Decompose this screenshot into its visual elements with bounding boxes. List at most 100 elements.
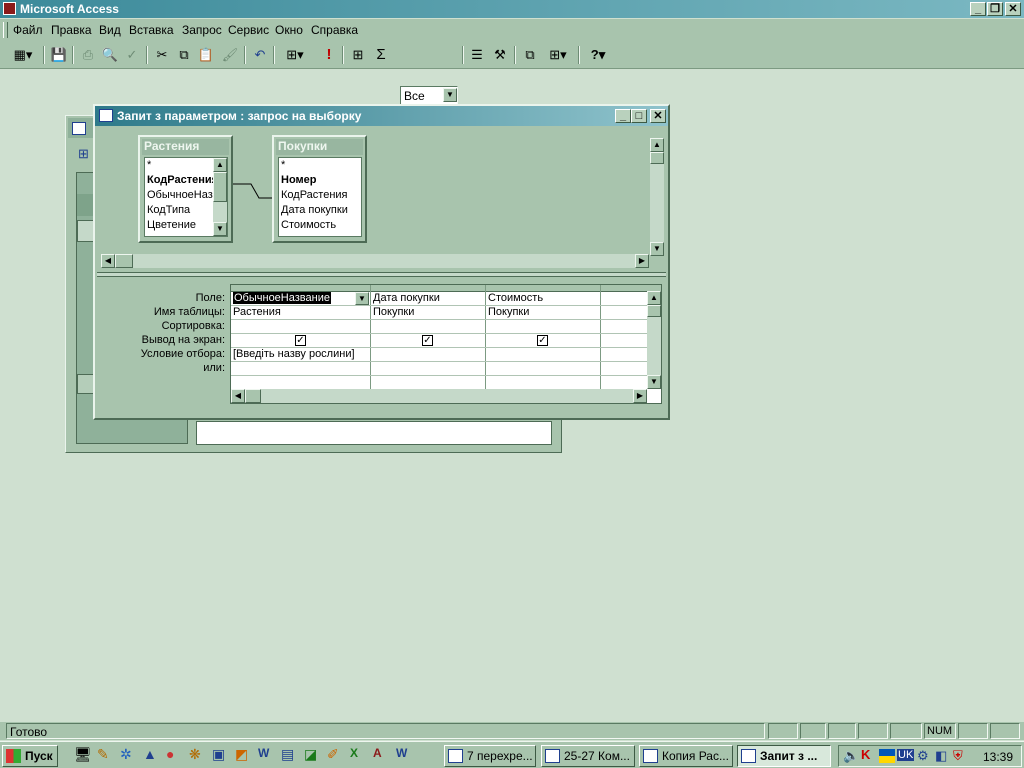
word-icon[interactable]: W bbox=[258, 746, 269, 760]
field-item[interactable]: Дата покупки bbox=[281, 204, 348, 216]
field-cell[interactable]: Стоимость bbox=[488, 292, 543, 304]
start-button[interactable]: Пуск bbox=[2, 745, 58, 767]
menu-edit[interactable]: Правка bbox=[51, 23, 92, 37]
clock[interactable]: 13:39 bbox=[983, 750, 1013, 764]
totals-icon[interactable]: Σ bbox=[370, 45, 392, 65]
properties-icon[interactable]: ☰ bbox=[466, 45, 488, 65]
field-cell[interactable]: Дата покупки bbox=[373, 292, 440, 304]
shield-icon[interactable]: ⛨ bbox=[953, 748, 963, 764]
tray-app-icon[interactable]: ◧ bbox=[935, 748, 947, 764]
scroll-thumb[interactable] bbox=[245, 389, 261, 403]
query-minimize-button[interactable]: _ bbox=[615, 109, 631, 123]
spelling-icon[interactable]: ✓ bbox=[121, 45, 143, 65]
scroll-up-icon[interactable]: ▲ bbox=[213, 158, 227, 172]
paste-icon[interactable]: 📋 bbox=[195, 45, 217, 65]
field-item[interactable]: * bbox=[281, 159, 285, 171]
table-header[interactable]: Покупки bbox=[276, 139, 363, 155]
volume-icon[interactable]: 🔈 bbox=[843, 748, 859, 764]
antivirus-icon[interactable]: K bbox=[861, 747, 870, 762]
quick-launch-icon[interactable]: ▣ bbox=[212, 746, 225, 763]
access-app-icon[interactable] bbox=[3, 2, 16, 15]
help-icon[interactable]: ?▾ bbox=[583, 45, 613, 65]
table-box-rasteniya[interactable]: Растения * КодРастения ОбычноеНазв КодТи… bbox=[138, 135, 233, 243]
field-item[interactable]: КодРастения bbox=[281, 189, 348, 201]
table-cell[interactable]: Растения bbox=[233, 306, 281, 318]
field-item[interactable]: * bbox=[147, 159, 151, 171]
scroll-right-icon[interactable]: ▶ bbox=[635, 254, 649, 268]
save-icon[interactable]: 💾 bbox=[48, 45, 70, 65]
grid-vscroll[interactable]: ▲ ▼ bbox=[647, 291, 661, 389]
quick-launch-icon[interactable]: ✎ bbox=[97, 746, 109, 763]
task-button-word[interactable]: 25-27 Ком... bbox=[541, 745, 635, 767]
ukraine-flag-icon[interactable] bbox=[879, 749, 895, 763]
menu-query[interactable]: Запрос bbox=[182, 23, 222, 37]
scroll-up-icon[interactable]: ▲ bbox=[650, 138, 664, 152]
print-icon[interactable]: ⎙ bbox=[77, 45, 99, 65]
grid-column-selectors[interactable] bbox=[231, 285, 661, 292]
network-icon[interactable]: ⚙ bbox=[917, 748, 929, 764]
scroll-right-icon[interactable]: ▶ bbox=[633, 389, 647, 403]
field-item[interactable]: Стоимость bbox=[281, 219, 336, 231]
chevron-down-icon[interactable]: ▼ bbox=[443, 88, 457, 102]
scroll-thumb[interactable] bbox=[115, 254, 133, 268]
query-window-titlebar[interactable]: Запит з параметром : запрос на выборку _… bbox=[95, 106, 668, 126]
word-icon[interactable]: W bbox=[396, 746, 407, 760]
field-item[interactable]: ОбычноеНазв bbox=[147, 189, 219, 201]
database-toolbar-icon[interactable]: ⊞ bbox=[78, 146, 94, 162]
field-item[interactable]: Цветение bbox=[147, 219, 196, 231]
quick-launch-icon[interactable]: ◪ bbox=[304, 746, 317, 763]
scroll-thumb[interactable] bbox=[213, 172, 227, 202]
view-icon[interactable]: ▦▾ bbox=[8, 45, 38, 65]
undo-icon[interactable]: ↶ bbox=[249, 45, 271, 65]
field-item[interactable]: Номер bbox=[281, 174, 317, 186]
run-icon[interactable]: ! bbox=[318, 45, 340, 65]
show-checkbox[interactable]: ✓ bbox=[422, 335, 433, 346]
quick-launch-icon[interactable]: ● bbox=[166, 746, 174, 762]
table-pane-hscroll[interactable]: ◀ ▶ bbox=[101, 254, 649, 268]
scroll-down-icon[interactable]: ▼ bbox=[647, 375, 661, 389]
grid-hscroll[interactable]: ◀ ▶ bbox=[231, 389, 647, 403]
menu-insert[interactable]: Вставка bbox=[129, 23, 174, 37]
task-button-word[interactable]: 7 перехре... bbox=[444, 745, 536, 767]
task-button-query[interactable]: Запит з ... bbox=[737, 745, 831, 767]
menu-window[interactable]: Окно bbox=[275, 23, 303, 37]
scroll-up-icon[interactable]: ▲ bbox=[647, 291, 661, 305]
format-painter-icon[interactable]: 🖌 bbox=[219, 45, 241, 65]
scroll-left-icon[interactable]: ◀ bbox=[231, 389, 245, 403]
task-button-access-db[interactable]: Копия Рас... bbox=[639, 745, 733, 767]
build-icon[interactable]: ⚒ bbox=[489, 45, 511, 65]
copy-icon[interactable]: ⧉ bbox=[173, 45, 195, 65]
scroll-down-icon[interactable]: ▼ bbox=[650, 242, 664, 256]
show-table-icon[interactable]: ⊞ bbox=[347, 45, 369, 65]
scroll-thumb[interactable] bbox=[647, 305, 661, 317]
restore-button[interactable]: ❐ bbox=[987, 2, 1003, 16]
table-box-pokupki[interactable]: Покупки * Номер КодРастения Дата покупки… bbox=[272, 135, 367, 243]
table-pane-vscroll[interactable]: ▲ ▼ bbox=[650, 138, 664, 256]
access-icon[interactable]: A bbox=[373, 746, 382, 760]
table-cell[interactable]: Покупки bbox=[373, 306, 414, 318]
scroll-down-icon[interactable]: ▼ bbox=[213, 222, 227, 236]
pane-splitter[interactable] bbox=[97, 272, 666, 277]
language-indicator[interactable]: UK bbox=[897, 749, 915, 761]
new-object-icon[interactable]: ⊞▾ bbox=[542, 45, 574, 65]
quick-launch-icon[interactable]: ▤ bbox=[281, 746, 294, 763]
desktop-icon[interactable]: 🖥 bbox=[74, 746, 92, 763]
query-type-icon[interactable]: ⊞▾ bbox=[278, 45, 312, 65]
field-item[interactable]: КодРастения bbox=[147, 174, 218, 186]
criteria-cell[interactable]: [Введіть назву рослини] bbox=[233, 348, 355, 360]
quick-launch-icon[interactable]: ◩ bbox=[235, 746, 248, 763]
show-checkbox[interactable]: ✓ bbox=[295, 335, 306, 346]
query-close-button[interactable]: ✕ bbox=[650, 109, 666, 123]
minimize-button[interactable]: _ bbox=[970, 2, 986, 16]
chevron-down-icon[interactable]: ▼ bbox=[355, 292, 369, 305]
field-list-scrollbar[interactable]: ▲ ▼ bbox=[213, 158, 227, 236]
cut-icon[interactable]: ✂ bbox=[151, 45, 173, 65]
field-cell[interactable]: ОбычноеНазвание bbox=[233, 292, 331, 304]
print-preview-icon[interactable]: 🔍 bbox=[99, 45, 121, 65]
quick-launch-icon[interactable]: ▲ bbox=[143, 746, 157, 762]
field-item[interactable]: КодТипа bbox=[147, 204, 190, 216]
table-header[interactable]: Растения bbox=[142, 139, 229, 155]
top-values-select[interactable]: Все ▼ bbox=[400, 86, 458, 105]
join-line[interactable] bbox=[233, 178, 275, 208]
field-cell-selected[interactable]: ОбычноеНазвание ▼ bbox=[232, 292, 369, 305]
